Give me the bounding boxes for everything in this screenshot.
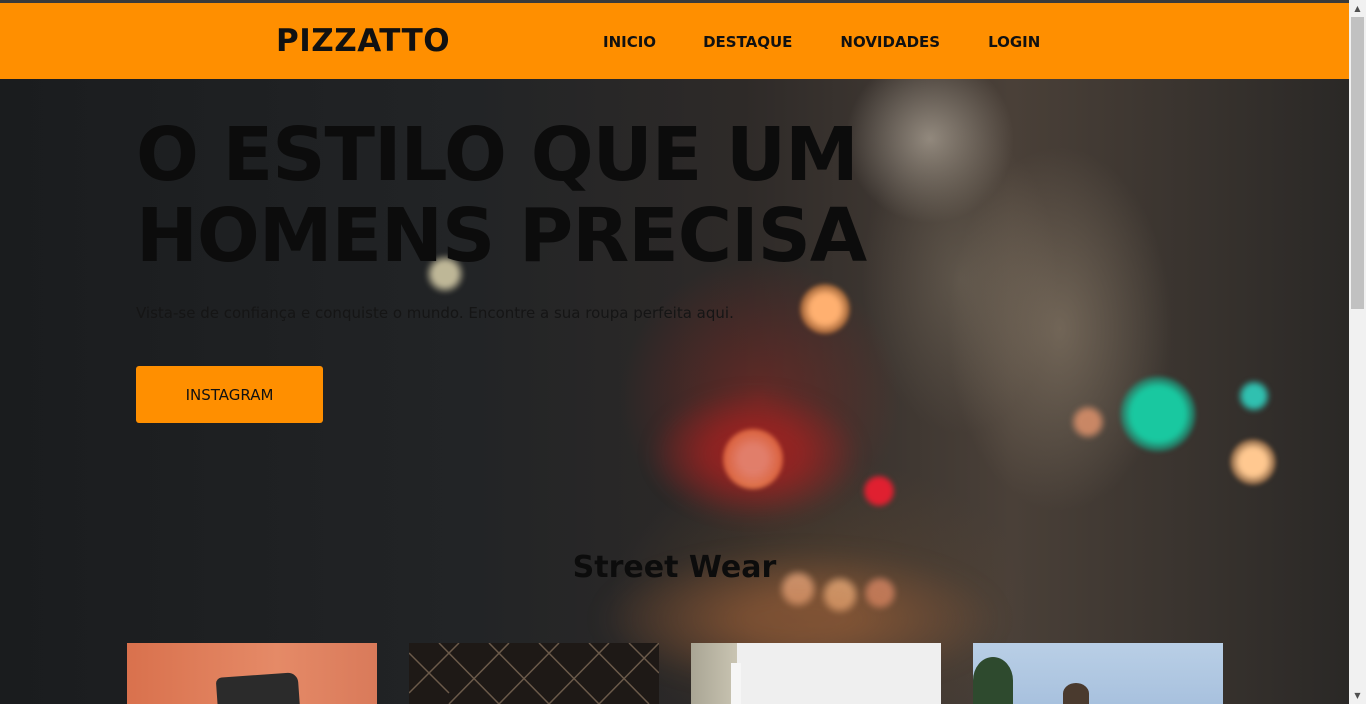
bokeh-light <box>800 284 850 334</box>
bokeh-light <box>1120 376 1196 452</box>
product-image-tree <box>973 657 1013 704</box>
scrollbar-thumb[interactable] <box>1351 17 1364 309</box>
bokeh-light <box>862 474 896 508</box>
nav-link-inicio[interactable]: INICIO <box>603 33 656 51</box>
site-header: PIZZATTO INICIO DESTAQUE NOVIDADES LOGIN <box>0 3 1349 79</box>
product-image-figure <box>1063 683 1089 704</box>
product-card-3[interactable] <box>691 643 941 704</box>
scroll-down-icon[interactable]: ▼ <box>1349 687 1366 704</box>
main-nav: INICIO DESTAQUE NOVIDADES LOGIN <box>603 33 1040 51</box>
instagram-button[interactable]: INSTAGRAM <box>136 366 323 423</box>
bokeh-light <box>1237 379 1271 413</box>
section-title-street-wear: Street Wear <box>572 550 777 585</box>
hero-title-line-1: O ESTILO QUE UM <box>136 112 859 198</box>
product-card-2[interactable] <box>409 643 659 704</box>
hero-subtitle: Vista-se de confiança e conquiste o mund… <box>136 304 734 322</box>
scroll-up-icon[interactable]: ▲ <box>1349 0 1366 17</box>
bokeh-light <box>1230 439 1276 485</box>
product-card-4[interactable] <box>973 643 1223 704</box>
brand-logo[interactable]: PIZZATTO <box>276 23 450 59</box>
product-image-fence <box>409 643 659 704</box>
nav-link-login[interactable]: LOGIN <box>988 33 1040 51</box>
page-scrollbar[interactable]: ▲ ▼ <box>1349 0 1366 704</box>
product-card-1[interactable] <box>127 643 377 704</box>
product-image-bag <box>215 672 301 704</box>
nav-link-novidades[interactable]: NOVIDADES <box>840 33 940 51</box>
bokeh-light <box>1070 404 1106 440</box>
bokeh-light <box>650 389 860 519</box>
nav-link-destaque[interactable]: DESTAQUE <box>703 33 792 51</box>
hero-title: O ESTILO QUE UM HOMENS PRECISA <box>136 115 936 277</box>
hero-title-line-2: HOMENS PRECISA <box>136 193 867 279</box>
product-image-panel <box>731 663 741 704</box>
